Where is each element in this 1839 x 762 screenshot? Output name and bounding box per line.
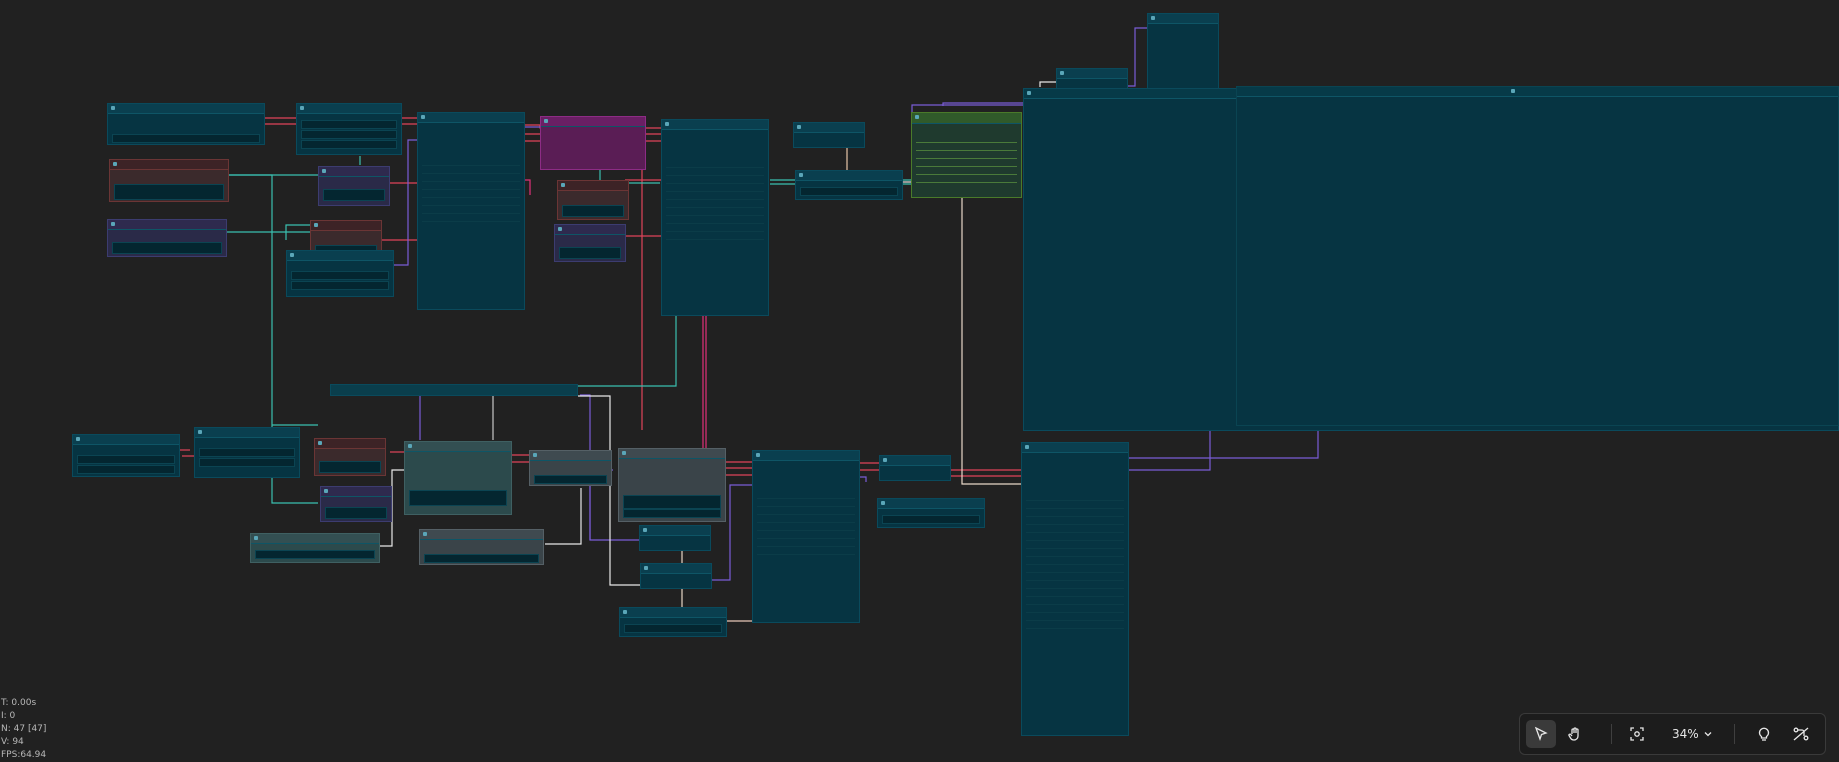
- pan-tool-button[interactable]: [1560, 720, 1590, 748]
- select-tool-button[interactable]: [1526, 720, 1556, 748]
- hint-button[interactable]: [1749, 720, 1779, 748]
- node[interactable]: [72, 434, 180, 477]
- node[interactable]: [419, 529, 544, 565]
- node[interactable]: [557, 180, 629, 220]
- node[interactable]: [404, 441, 512, 515]
- render-stats: T: 0.00s I: 0 N: 47 [47] V: 94 FPS:64.94: [1, 697, 46, 762]
- node[interactable]: [318, 166, 390, 206]
- stat-nodes: N: 47 [47]: [1, 724, 47, 734]
- hide-links-icon: [1793, 727, 1809, 741]
- toolbar-divider: [1611, 724, 1612, 744]
- node[interactable]: [286, 250, 394, 297]
- reroute-bar[interactable]: [330, 384, 578, 396]
- stat-vertices: V: 94: [1, 737, 24, 747]
- node[interactable]: [1147, 13, 1219, 89]
- stat-time: T: 0.00s: [1, 698, 37, 708]
- node[interactable]: [639, 525, 711, 551]
- node[interactable]: [109, 159, 229, 202]
- node[interactable]: [314, 438, 386, 476]
- node[interactable]: [107, 103, 265, 145]
- stat-iterations: I: 0: [1, 711, 16, 721]
- node[interactable]: [417, 112, 525, 310]
- node[interactable]: [752, 450, 860, 623]
- zoom-level: 34%: [1672, 727, 1699, 741]
- node[interactable]: [877, 498, 985, 528]
- canvas-toolbar: 34%: [1519, 713, 1826, 755]
- fit-view-icon: [1630, 727, 1644, 741]
- hand-icon: [1568, 727, 1579, 741]
- node[interactable]: [795, 170, 903, 200]
- stat-fps: FPS:64.94: [1, 750, 47, 760]
- node[interactable]: [618, 448, 726, 522]
- node[interactable]: [1021, 442, 1129, 736]
- node[interactable]: [879, 455, 951, 481]
- node[interactable]: [640, 563, 712, 589]
- node[interactable]: [661, 119, 769, 316]
- toolbar-divider: [1734, 724, 1735, 744]
- node[interactable]: [1056, 68, 1128, 90]
- node[interactable]: [911, 112, 1022, 198]
- node[interactable]: [1236, 86, 1839, 426]
- node-graph-canvas[interactable]: [0, 0, 1839, 759]
- node[interactable]: [540, 116, 646, 170]
- node[interactable]: [250, 533, 380, 563]
- node[interactable]: [619, 607, 727, 637]
- node[interactable]: [107, 219, 227, 257]
- node[interactable]: [296, 103, 402, 155]
- node[interactable]: [554, 224, 626, 262]
- lightbulb-icon: [1758, 727, 1770, 741]
- chevron-down-icon: [1704, 732, 1712, 737]
- pointer-icon: [1534, 726, 1548, 741]
- fit-view-button[interactable]: [1622, 720, 1652, 748]
- toggle-links-button[interactable]: [1786, 720, 1816, 748]
- zoom-dropdown[interactable]: 34%: [1672, 720, 1713, 748]
- node[interactable]: [194, 427, 300, 478]
- node[interactable]: [793, 122, 865, 148]
- node[interactable]: [529, 450, 612, 486]
- node[interactable]: [320, 486, 392, 522]
